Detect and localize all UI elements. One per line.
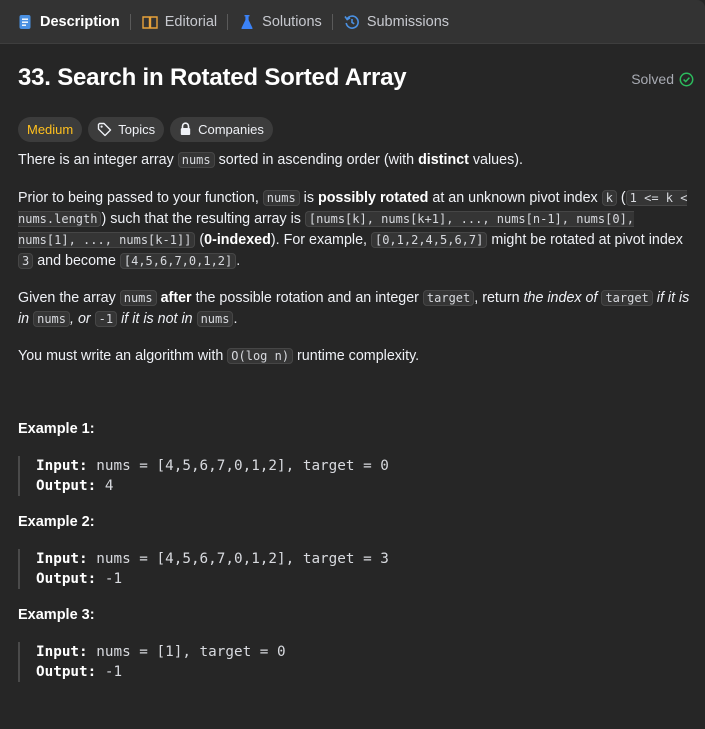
example-2-input: Input: nums = [4,5,6,7,0,1,2], target = …: [36, 549, 686, 569]
text: ) such that the resulting array is: [101, 211, 305, 227]
book-icon: [141, 13, 159, 31]
badges-row: Medium Topics Companies: [18, 116, 694, 142]
example-2-block: Input: nums = [4,5,6,7,0,1,2], target = …: [18, 549, 686, 589]
tab-solutions-label: Solutions: [262, 13, 322, 30]
inline-code: nums: [33, 311, 71, 327]
inline-code: -1: [94, 311, 118, 327]
tab-divider: [129, 13, 131, 30]
description-paragraph-4: You must write an algorithm with O(log n…: [18, 346, 694, 367]
output-label: Output:: [36, 571, 97, 587]
text: (: [195, 232, 205, 248]
check-circle-icon: [679, 72, 694, 87]
topics-label: Topics: [118, 121, 156, 137]
italic-text: if it is not in: [117, 311, 197, 327]
example-2-output: Output: -1: [36, 569, 686, 589]
text: ). For example,: [270, 232, 371, 248]
example-3-block: Input: nums = [1], target = 0 Output: -1: [18, 642, 686, 682]
text: and become: [33, 253, 120, 269]
tab-submissions-label: Submissions: [366, 13, 450, 30]
tab-submissions[interactable]: Submissions: [337, 7, 455, 37]
tab-description[interactable]: Description: [10, 7, 126, 37]
output-label: Output:: [36, 478, 97, 494]
tab-divider: [331, 13, 333, 30]
input-value: nums = [1], target = 0: [96, 644, 286, 660]
text: is: [299, 190, 318, 206]
description-paragraph-3: Given the array nums after the possible …: [18, 288, 694, 330]
inline-code: target: [422, 290, 475, 306]
text: .: [233, 311, 238, 327]
difficulty-badge[interactable]: Medium: [18, 116, 83, 142]
text: might be rotated at pivot index: [487, 232, 683, 248]
example-3-output: Output: -1: [36, 662, 686, 682]
tab-editorial-label: Editorial: [164, 13, 218, 30]
inline-code: k: [601, 190, 617, 206]
inline-code: [0,1,2,4,5,6,7]: [370, 232, 488, 248]
example-1-title: Example 1:: [18, 421, 95, 437]
bold-text: possibly rotated: [317, 190, 429, 206]
inline-code: target: [601, 290, 653, 306]
inline-code: O(log n): [227, 348, 294, 364]
text: at an unknown pivot index: [428, 190, 602, 206]
tab-divider: [227, 13, 229, 30]
topics-badge[interactable]: Topics: [88, 116, 165, 142]
lock-icon: [179, 122, 192, 136]
input-label: Input:: [36, 551, 88, 567]
output-label: Output:: [36, 664, 97, 680]
tab-description-label: Description: [40, 13, 120, 30]
inline-code: nums: [196, 311, 234, 327]
title-row: 33. Search in Rotated Sorted Array Solve…: [18, 44, 694, 116]
output-value: -1: [104, 571, 123, 587]
input-value: nums = [4,5,6,7,0,1,2], target = 3: [96, 551, 389, 567]
text: There is an integer array: [18, 152, 178, 168]
text: Given the array: [18, 290, 120, 306]
history-icon: [343, 13, 361, 31]
example-3-input: Input: nums = [1], target = 0: [36, 642, 686, 662]
input-value: nums = [4,5,6,7,0,1,2], target = 0: [96, 458, 389, 474]
companies-label: Companies: [198, 121, 264, 137]
italic-text: , or: [70, 311, 95, 327]
text: runtime complexity.: [293, 348, 420, 364]
inline-code: nums: [119, 290, 157, 306]
tab-editorial[interactable]: Editorial: [135, 7, 223, 37]
companies-badge[interactable]: Companies: [170, 116, 273, 142]
inline-code: 3: [18, 253, 34, 269]
example-2-title: Example 2:: [18, 514, 95, 530]
text: .: [236, 253, 241, 269]
tab-solutions[interactable]: Solutions: [232, 7, 328, 37]
inline-code: nums: [177, 152, 215, 168]
text: You must write an algorithm with: [18, 348, 228, 364]
example-1-output: Output: 4: [36, 476, 686, 496]
problem-content: 33. Search in Rotated Sorted Array Solve…: [18, 44, 694, 682]
output-value: 4: [104, 478, 114, 494]
example-3-title: Example 3:: [18, 607, 95, 623]
text: Prior to being passed to your function,: [18, 190, 263, 206]
output-value: -1: [104, 664, 123, 680]
input-label: Input:: [36, 644, 88, 660]
example-1-block: Input: nums = [4,5,6,7,0,1,2], target = …: [18, 456, 686, 496]
text: the possible rotation and an integer: [191, 290, 423, 306]
example-1-input: Input: nums = [4,5,6,7,0,1,2], target = …: [36, 456, 686, 476]
tag-icon: [97, 122, 112, 137]
description-paragraph-1: There is an integer array nums sorted in…: [18, 150, 694, 171]
problem-title: 33. Search in Rotated Sorted Array: [18, 64, 407, 91]
description-paragraph-2: Prior to being passed to your function, …: [18, 188, 694, 272]
bold-text: 0-indexed: [204, 232, 271, 248]
description-icon: [16, 13, 34, 31]
input-label: Input:: [36, 458, 88, 474]
tab-bar: Description Editorial Solutions Submissi…: [0, 0, 705, 44]
italic-text: the index of: [523, 290, 602, 306]
flask-icon: [238, 13, 256, 31]
text: (: [616, 190, 626, 206]
solved-label: Solved: [631, 71, 674, 87]
text: , return: [474, 290, 524, 306]
text: values).: [468, 152, 523, 168]
bold-text: distinct: [418, 152, 469, 168]
inline-code: nums: [262, 190, 300, 206]
solved-status: Solved: [631, 71, 694, 87]
inline-code: [4,5,6,7,0,1,2]: [119, 253, 237, 269]
bold-text: after: [160, 290, 192, 306]
text: sorted in ascending order (with: [214, 152, 419, 168]
